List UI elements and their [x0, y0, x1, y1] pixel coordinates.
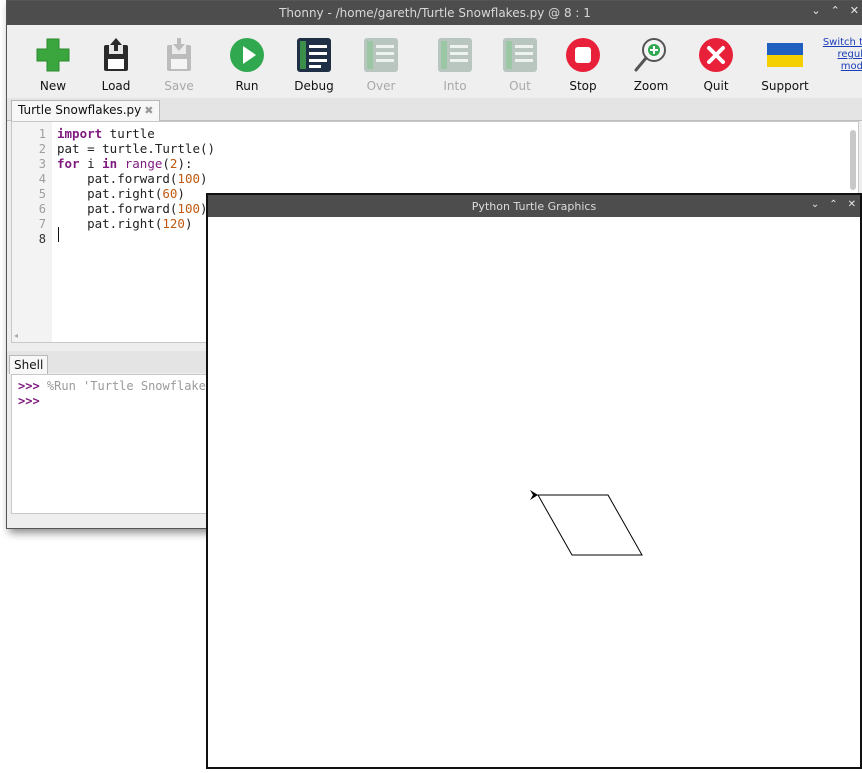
minimize-icon[interactable]: ⌄	[811, 199, 819, 210]
debug-button[interactable]: Debug	[284, 33, 344, 95]
line-number: 1	[38, 127, 46, 141]
load-button[interactable]: Load	[86, 33, 146, 95]
thonny-titlebar[interactable]: Thonny - /home/gareth/Turtle Snowflakes.…	[7, 1, 862, 25]
editor-tab-label: Turtle Snowflakes.py	[18, 103, 142, 117]
load-label: Load	[101, 79, 131, 93]
save-label: Save	[164, 79, 194, 93]
run-button[interactable]: Run	[217, 33, 277, 95]
turtle-titlebar[interactable]: Python Turtle Graphics ⌄ ⌃ ✕	[208, 195, 860, 217]
zoom-label: Zoom	[633, 79, 669, 93]
minimize-icon[interactable]: ⌄	[811, 4, 820, 17]
line-number: 5	[38, 187, 46, 201]
scroll-left-icon[interactable]: ◂	[14, 331, 18, 340]
step-into-button[interactable]: Into	[425, 33, 485, 95]
line-number: 7	[38, 217, 46, 231]
step-over-icon	[363, 37, 399, 73]
code-line-7: pat.right(120)	[57, 216, 193, 231]
turtle-window-title: Python Turtle Graphics	[471, 199, 597, 213]
code-line-5: pat.right(60)	[57, 186, 185, 201]
save-button[interactable]: Save	[149, 33, 209, 95]
into-label: Into	[443, 79, 467, 93]
quit-icon	[698, 37, 734, 73]
close-icon[interactable]: ✕	[850, 4, 859, 17]
close-icon[interactable]: ✕	[848, 199, 856, 210]
window-controls: ⌄ ⌃ ✕	[811, 4, 859, 17]
zoom-button[interactable]: Zoom	[621, 33, 681, 95]
line-number: 8	[38, 232, 46, 246]
turtle-window: Python Turtle Graphics ⌄ ⌃ ✕	[206, 193, 862, 769]
step-over-button[interactable]: Over	[351, 33, 411, 95]
step-out-icon	[502, 37, 538, 73]
new-label: New	[39, 79, 67, 93]
line-number: 2	[38, 142, 46, 156]
new-button[interactable]: New	[23, 33, 83, 95]
code-line-4: pat.forward(100)	[57, 171, 208, 186]
turtle-canvas[interactable]	[208, 217, 860, 767]
support-label: Support	[761, 79, 809, 93]
editor-tabstrip: Turtle Snowflakes.py ✖	[7, 98, 862, 121]
over-label: Over	[366, 79, 396, 93]
switch-mode-link[interactable]: Switch t regul mod	[807, 37, 862, 73]
new-plus-icon	[35, 37, 71, 73]
shell-prompt: >>>	[18, 379, 40, 393]
quit-button[interactable]: Quit	[686, 33, 746, 95]
run-label: Run	[235, 79, 259, 93]
turtle-window-controls: ⌄ ⌃ ✕	[811, 199, 856, 210]
line-number-gutter: 1 2 3 4 5 6 7 8	[12, 122, 52, 342]
editor-tab[interactable]: Turtle Snowflakes.py ✖	[11, 100, 161, 121]
stop-icon	[565, 37, 601, 73]
line-number: 6	[38, 202, 46, 216]
stop-button[interactable]: Stop	[553, 33, 613, 95]
maximize-icon[interactable]: ⌃	[829, 199, 837, 210]
code-line-2: pat = turtle.Turtle()	[57, 141, 216, 156]
run-icon	[229, 37, 265, 73]
stop-label: Stop	[569, 79, 597, 93]
line-number: 4	[38, 172, 46, 186]
window-title: Thonny - /home/gareth/Turtle Snowflakes.…	[279, 6, 591, 20]
debug-label: Debug	[294, 79, 334, 93]
turtle-parallelogram	[537, 494, 643, 556]
step-out-button[interactable]: Out	[490, 33, 550, 95]
quit-label: Quit	[703, 79, 729, 93]
out-label: Out	[509, 79, 531, 93]
shell-prompt: >>>	[18, 394, 40, 408]
zoom-icon	[633, 37, 669, 73]
text-caret	[58, 227, 59, 242]
maximize-icon[interactable]: ⌃	[831, 4, 840, 17]
line-number: 3	[38, 157, 46, 171]
code-line-6: pat.forward(100)	[57, 201, 208, 216]
support-button[interactable]: Support	[755, 33, 815, 95]
save-icon	[161, 37, 197, 73]
debug-icon	[296, 37, 332, 73]
shell-line: >>>	[18, 394, 40, 408]
editor-scrollbar[interactable]	[850, 130, 856, 190]
load-icon	[98, 37, 134, 73]
code-line-3: for i in range(2):	[57, 156, 193, 171]
turtle-cursor-icon	[530, 490, 538, 500]
step-into-icon	[437, 37, 473, 73]
ukraine-flag-icon	[767, 37, 803, 73]
tab-close-icon[interactable]: ✖	[144, 104, 153, 117]
code-line-1: import turtle	[57, 126, 155, 141]
toolbar: New Load Save Run Debug Over Into Out St…	[7, 25, 862, 97]
shell-tab[interactable]: Shell	[9, 355, 49, 374]
